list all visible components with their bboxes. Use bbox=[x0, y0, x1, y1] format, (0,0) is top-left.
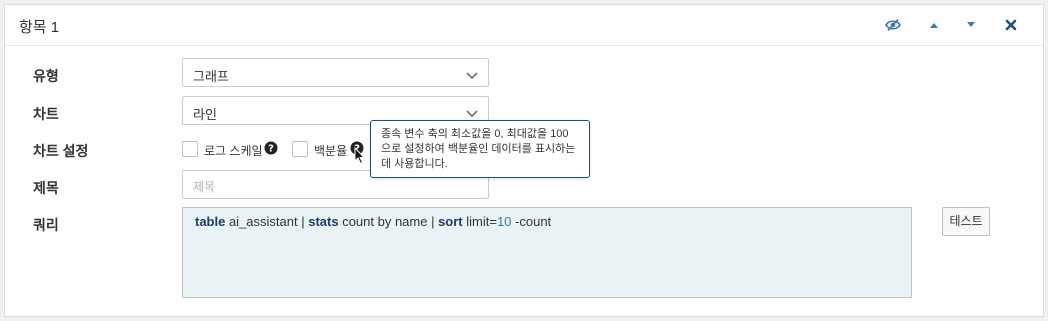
log-scale-checkbox[interactable] bbox=[182, 141, 198, 157]
chart-select-value: 라인 bbox=[193, 107, 217, 122]
chart-label: 차트 bbox=[33, 106, 59, 122]
svg-text:?: ? bbox=[268, 144, 274, 155]
question-circle-icon[interactable]: ? bbox=[264, 141, 278, 160]
percentage-help-tooltip: 종속 변수 축의 최소값을 0, 최대값을 100 으로 설정하여 백분율인 데… bbox=[370, 120, 590, 178]
eye-slash-icon[interactable] bbox=[883, 15, 903, 35]
chevron-down-icon bbox=[466, 106, 478, 121]
query-text: limit= bbox=[462, 214, 497, 229]
query-number: 10 bbox=[496, 214, 512, 229]
chart-settings-label: 차트 설정 bbox=[33, 143, 89, 159]
title-label: 제목 bbox=[33, 180, 59, 196]
query-text: -count bbox=[511, 214, 552, 229]
test-button[interactable]: 테스트 bbox=[942, 207, 990, 236]
type-label: 유형 bbox=[33, 68, 59, 84]
item-panel: 항목 1 유형 그래프 차트 라인 차트 설정 로그 스케일 ? 백분율 ? 제… bbox=[4, 4, 1044, 317]
panel-header: 항목 1 bbox=[5, 5, 1043, 46]
log-scale-label: 로그 스케일 bbox=[204, 144, 263, 158]
percentage-checkbox[interactable] bbox=[292, 141, 308, 157]
query-keyword: table bbox=[195, 214, 226, 229]
arrow-up-icon[interactable] bbox=[924, 15, 944, 35]
percentage-label: 백분율 bbox=[314, 144, 348, 158]
query-keyword: stats bbox=[308, 214, 339, 229]
query-text: ai_assistant | bbox=[225, 214, 309, 229]
type-select-value: 그래프 bbox=[193, 69, 229, 84]
panel-title: 항목 1 bbox=[19, 19, 60, 36]
query-editor[interactable]: table ai_assistant | stats count by name… bbox=[182, 207, 912, 298]
close-icon[interactable] bbox=[1001, 15, 1021, 35]
query-text: count by name | bbox=[338, 214, 439, 229]
arrow-down-icon[interactable] bbox=[961, 15, 981, 35]
query-label: 쿼리 bbox=[33, 217, 59, 233]
mouse-cursor-icon bbox=[354, 146, 366, 170]
type-select[interactable]: 그래프 bbox=[182, 58, 489, 87]
query-keyword: sort bbox=[438, 214, 463, 229]
chevron-down-icon bbox=[466, 68, 478, 83]
